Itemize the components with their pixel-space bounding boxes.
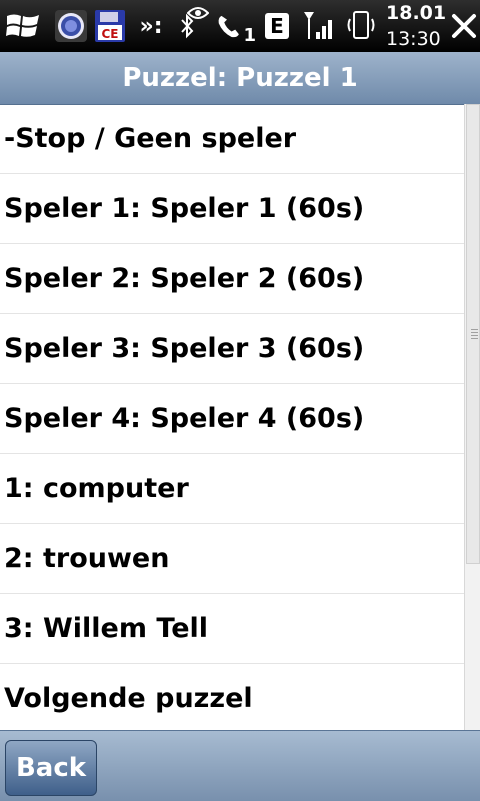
app-ce-icon[interactable]: CE <box>92 6 128 46</box>
list-item-answer-3[interactable]: 3: Willem Tell <box>0 594 464 664</box>
title-bar: Puzzel: Puzzel 1 <box>0 52 480 105</box>
grip-line <box>471 332 478 333</box>
call-count: 1 <box>243 24 256 46</box>
list-item-label: 2: trouwen <box>4 543 170 574</box>
app-ce-label: CE <box>101 27 118 41</box>
back-button[interactable]: Back <box>5 740 97 796</box>
clock: 18.01 13:30 <box>382 2 448 50</box>
softkey-bar: Back <box>0 730 480 801</box>
scrollbar-thumb[interactable] <box>466 104 480 564</box>
close-icon[interactable] <box>448 6 480 46</box>
list-item-label: Speler 1: Speler 1 (60s) <box>4 193 365 224</box>
list-item-label: Volgende puzzel <box>4 683 253 714</box>
list-item-answer-2[interactable]: 2: trouwen <box>0 524 464 594</box>
device-icon <box>344 6 378 46</box>
list-item-label: 3: Willem Tell <box>4 613 209 644</box>
list-item-speler-1[interactable]: Speler 1: Speler 1 (60s) <box>0 174 464 244</box>
status-bar: CE »: 1 E 18.01 13:30 <box>0 0 480 52</box>
app-circle-icon[interactable] <box>52 6 90 46</box>
grip-line <box>471 329 478 330</box>
windows-logo-icon[interactable] <box>2 6 44 46</box>
list-item-speler-3[interactable]: Speler 3: Speler 3 (60s) <box>0 314 464 384</box>
list-item-speler-4[interactable]: Speler 4: Speler 4 (60s) <box>0 384 464 454</box>
list-item-speler-2[interactable]: Speler 2: Speler 2 (60s) <box>0 244 464 314</box>
overflow-indicator[interactable]: »: <box>134 6 168 46</box>
menu-list: -Stop / Geen speler Speler 1: Speler 1 (… <box>0 104 464 730</box>
page-title: Puzzel: Puzzel 1 <box>122 63 358 93</box>
list-item-label: Speler 3: Speler 3 (60s) <box>4 333 365 364</box>
phone-icon: 1 <box>216 6 256 46</box>
eye-icon <box>186 4 210 22</box>
status-time: 13:30 <box>386 28 441 50</box>
scrollbar[interactable] <box>464 104 480 730</box>
list-item-stop[interactable]: -Stop / Geen speler <box>0 104 464 174</box>
signal-icon <box>300 6 340 46</box>
grip-line <box>471 335 478 336</box>
list-item-answer-1[interactable]: 1: computer <box>0 454 464 524</box>
status-date: 18.01 <box>386 2 447 24</box>
list-item-label: -Stop / Geen speler <box>4 123 297 154</box>
grip-line <box>471 338 478 339</box>
list-item-label: Speler 4: Speler 4 (60s) <box>4 403 365 434</box>
list-item-label: 1: computer <box>4 473 189 504</box>
edge-label: E <box>265 13 289 39</box>
list-item-next-puzzle[interactable]: Volgende puzzel <box>0 664 464 730</box>
edge-network-icon: E <box>262 6 292 46</box>
list-item-label: Speler 2: Speler 2 (60s) <box>4 263 365 294</box>
